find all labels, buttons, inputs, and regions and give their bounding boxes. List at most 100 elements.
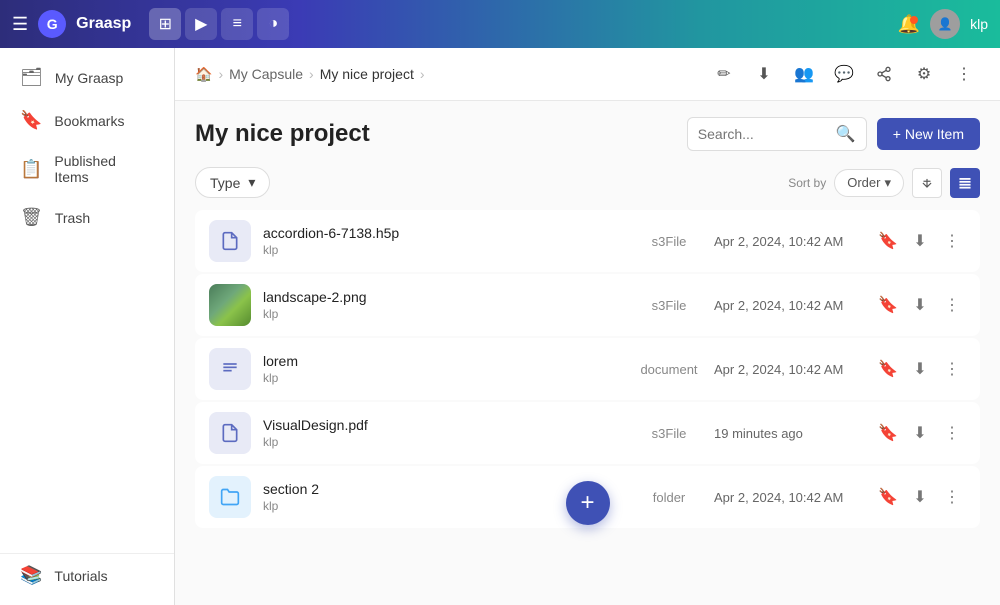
bookmark-button[interactable]: 🔖 — [874, 419, 902, 447]
logo-text: G — [47, 16, 58, 32]
published-icon: 📋 — [20, 159, 42, 180]
file-type: s3File — [624, 234, 714, 249]
download-file-button[interactable]: ⬇ — [906, 291, 934, 319]
file-name: VisualDesign.pdf — [263, 417, 624, 433]
file-owner: klp — [263, 243, 624, 257]
bookmark-button[interactable]: 🔖 — [874, 227, 902, 255]
sort-dropdown[interactable]: Order ▾ — [834, 169, 904, 197]
group-button[interactable]: 👥 — [788, 58, 820, 90]
sort-by-label: Sort by — [788, 176, 826, 190]
file-row[interactable]: landscape-2.png klp s3File Apr 2, 2024, … — [195, 274, 980, 336]
download-file-button[interactable]: ⬇ — [906, 419, 934, 447]
file-owner: klp — [263, 307, 624, 321]
file-info: VisualDesign.pdf klp — [263, 417, 624, 449]
download-button[interactable]: ⬇ — [748, 58, 780, 90]
sort-direction-button[interactable] — [912, 168, 942, 198]
file-owner: klp — [263, 435, 624, 449]
avatar[interactable]: 👤 — [930, 9, 960, 39]
file-info: lorem klp — [263, 353, 624, 385]
notifications-button[interactable]: 🔔 — [898, 14, 920, 35]
bookmark-button[interactable]: 🔖 — [874, 355, 902, 383]
sidebar-label-published: Published Items — [54, 153, 154, 185]
edit-button[interactable]: ✏ — [708, 58, 740, 90]
bookmark-button[interactable]: 🔖 — [874, 483, 902, 511]
nav-icon-group: ⊞ ▶ ≡ ◑ — [149, 8, 289, 40]
file-actions: 🔖 ⬇ ⋮ — [874, 291, 966, 319]
nav-left: ☰ G Graasp ⊞ ▶ ≡ ◑ — [12, 8, 289, 40]
my-graasp-icon: 🗂 — [20, 67, 43, 88]
file-type: s3File — [624, 426, 714, 441]
download-file-button[interactable]: ⬇ — [906, 355, 934, 383]
more-file-button[interactable]: ⋮ — [938, 483, 966, 511]
more-file-button[interactable]: ⋮ — [938, 355, 966, 383]
file-actions: 🔖 ⬇ ⋮ — [874, 227, 966, 255]
breadcrumb-current: My nice project — [320, 66, 414, 82]
file-row[interactable]: accordion-6-7138.h5p klp s3File Apr 2, 2… — [195, 210, 980, 272]
view-list-button[interactable] — [950, 168, 980, 198]
sidebar-item-my-graasp[interactable]: 🗂 My Graasp — [4, 57, 170, 98]
sidebar-label-tutorials: Tutorials — [54, 568, 107, 584]
trash-icon: 🗑 — [20, 207, 43, 228]
bookmark-button[interactable]: 🔖 — [874, 291, 902, 319]
filter-row: Type ▾ Sort by Order ▾ — [195, 167, 980, 198]
content-area: 🏠 › My Capsule › My nice project › ✏ ⬇ 👥… — [175, 48, 1000, 605]
settings-button[interactable]: ⚙ — [908, 58, 940, 90]
search-box[interactable]: 🔍 — [687, 117, 867, 151]
logo[interactable]: G — [38, 10, 66, 38]
sidebar-item-trash[interactable]: 🗑 Trash — [4, 197, 170, 238]
type-filter[interactable]: Type ▾ — [195, 167, 270, 198]
file-row[interactable]: lorem klp document Apr 2, 2024, 10:42 AM… — [195, 338, 980, 400]
file-info: landscape-2.png klp — [263, 289, 624, 321]
file-icon-lines — [209, 348, 251, 390]
nav-icon-clock[interactable]: ◑ — [257, 8, 289, 40]
sidebar-item-tutorials[interactable]: 📚 Tutorials — [4, 555, 170, 596]
nav-right: 🔔 👤 klp — [898, 9, 988, 39]
sidebar-label-trash: Trash — [55, 210, 90, 226]
nav-icon-play[interactable]: ▶ — [185, 8, 217, 40]
type-label: Type — [210, 175, 240, 191]
breadcrumb-capsule[interactable]: My Capsule — [229, 66, 303, 82]
more-button[interactable]: ⋮ — [948, 58, 980, 90]
share-button[interactable] — [868, 58, 900, 90]
download-file-button[interactable]: ⬇ — [906, 227, 934, 255]
file-date: Apr 2, 2024, 10:42 AM — [714, 298, 874, 313]
breadcrumb-bar: 🏠 › My Capsule › My nice project › ✏ ⬇ 👥… — [175, 48, 1000, 101]
file-row[interactable]: VisualDesign.pdf klp s3File 19 minutes a… — [195, 402, 980, 464]
main-layout: 🗂 My Graasp 🔖 Bookmarks 📋 Published Item… — [0, 48, 1000, 605]
more-file-button[interactable]: ⋮ — [938, 419, 966, 447]
sidebar-bottom: 📚 Tutorials — [0, 553, 174, 597]
page-title: My nice project — [195, 120, 370, 148]
nav-icon-list[interactable]: ≡ — [221, 8, 253, 40]
chat-button[interactable]: 💬 — [828, 58, 860, 90]
more-file-button[interactable]: ⋮ — [938, 291, 966, 319]
search-input[interactable] — [698, 126, 830, 142]
file-name: accordion-6-7138.h5p — [263, 225, 624, 241]
file-icon-pdf — [209, 412, 251, 454]
menu-icon[interactable]: ☰ — [12, 14, 28, 35]
header-right: 🔍 + New Item — [687, 117, 980, 151]
content-wrapper: 🏠 › My Capsule › My nice project › ✏ ⬇ 👥… — [175, 48, 1000, 605]
file-icon-folder — [209, 476, 251, 518]
top-navigation: ☰ G Graasp ⊞ ▶ ≡ ◑ 🔔 👤 klp — [0, 0, 1000, 48]
nav-icon-grid[interactable]: ⊞ — [149, 8, 181, 40]
sidebar: 🗂 My Graasp 🔖 Bookmarks 📋 Published Item… — [0, 48, 175, 605]
breadcrumb-actions: ✏ ⬇ 👥 💬 ⚙ ⋮ — [708, 58, 980, 90]
more-file-button[interactable]: ⋮ — [938, 227, 966, 255]
fab-add-button[interactable]: + — [566, 481, 610, 525]
file-type: s3File — [624, 298, 714, 313]
bookmarks-icon: 🔖 — [20, 110, 42, 131]
file-actions: 🔖 ⬇ ⋮ — [874, 483, 966, 511]
breadcrumb-home[interactable]: 🏠 — [195, 66, 212, 83]
sidebar-item-published-items[interactable]: 📋 Published Items — [4, 143, 170, 195]
notification-dot — [910, 16, 918, 24]
chevron-down-icon: ▾ — [248, 174, 255, 191]
sidebar-item-bookmarks[interactable]: 🔖 Bookmarks — [4, 100, 170, 141]
download-file-button[interactable]: ⬇ — [906, 483, 934, 511]
app-name: Graasp — [76, 15, 131, 33]
new-item-button[interactable]: + New Item — [877, 118, 980, 150]
file-name: lorem — [263, 353, 624, 369]
file-icon-img — [209, 284, 251, 326]
file-owner: klp — [263, 371, 624, 385]
sort-chevron-icon: ▾ — [884, 175, 891, 191]
sort-controls: Sort by Order ▾ — [788, 168, 980, 198]
